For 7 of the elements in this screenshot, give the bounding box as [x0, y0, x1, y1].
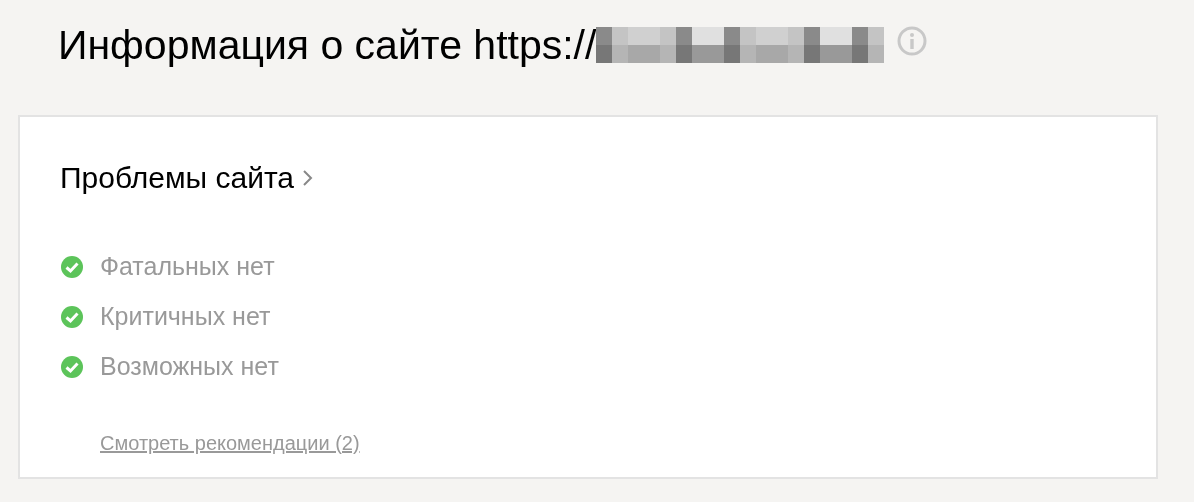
status-text: Возможных нет	[100, 351, 279, 383]
chevron-icon	[302, 167, 314, 188]
status-text: Критичных нет	[100, 301, 271, 333]
page-title: Информация о сайте https://	[58, 25, 597, 66]
section-heading[interactable]: Проблемы сайта	[60, 155, 294, 200]
status-text: Фатальных нет	[100, 251, 275, 283]
info-icon	[896, 25, 929, 57]
